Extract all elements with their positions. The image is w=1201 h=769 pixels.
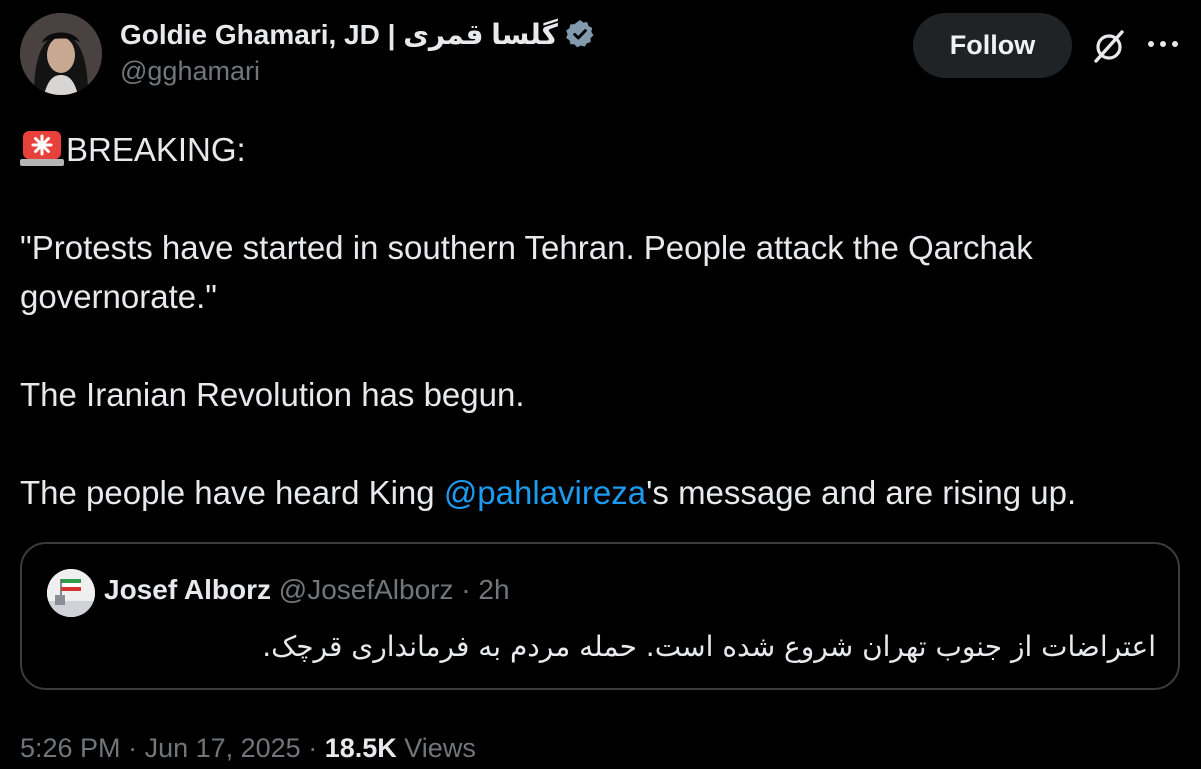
author-header: Goldie Ghamari, JD | گلسا قمری	[120, 14, 596, 54]
breaking-line: BREAKING:	[20, 125, 1180, 174]
tweet-king-line: The people have heard King @pahlavireza'…	[20, 468, 1180, 517]
king-line-suffix: 's message and are rising up.	[646, 474, 1077, 511]
footer-separator-1: ·	[120, 733, 145, 763]
footer-separator-2: ·	[300, 733, 325, 763]
grok-icon[interactable]	[1089, 26, 1129, 66]
king-line-prefix: The people have heard King	[20, 474, 444, 511]
author-avatar[interactable]	[20, 13, 102, 95]
more-icon[interactable]	[1143, 30, 1183, 60]
tweet-quote-line: "Protests have started in southern Tehra…	[20, 229, 1033, 315]
siren-emoji-icon	[20, 130, 64, 166]
quoted-author-avatar[interactable]	[47, 569, 95, 617]
tweet-time[interactable]: 5:26 PM	[20, 733, 121, 763]
verified-badge-icon[interactable]	[564, 18, 596, 50]
tweet-text: BREAKING: "Protests have started in sout…	[20, 125, 1180, 517]
views-count: 18.5K	[324, 733, 397, 763]
tweet-date[interactable]: Jun 17, 2025	[145, 733, 301, 763]
breaking-label: BREAKING:	[66, 131, 246, 168]
tweet-meta-footer: 5:26 PM · Jun 17, 2025 · 18.5K Views	[20, 733, 476, 764]
quoted-tweet-card[interactable]: Josef Alborz @JosefAlborz · 2h اعتراضات …	[20, 542, 1180, 690]
quoted-tweet-header: Josef Alborz @JosefAlborz · 2h	[104, 574, 510, 606]
author-handle[interactable]: @gghamari	[120, 56, 260, 87]
views-label: Views	[404, 733, 476, 763]
quoted-author-name[interactable]: Josef Alborz	[104, 574, 271, 605]
quoted-tweet-text: اعتراضات از جنوب تهران شروع شده است. حمل…	[262, 630, 1156, 663]
mention-link[interactable]: @pahlavireza	[444, 474, 646, 511]
quoted-author-handle[interactable]: @JosefAlborz	[279, 574, 454, 605]
quoted-tweet-time[interactable]: 2h	[478, 574, 509, 605]
author-display-name[interactable]: Goldie Ghamari, JD | گلسا قمری	[120, 18, 558, 51]
follow-button[interactable]: Follow	[913, 13, 1072, 78]
quoted-meta-separator: ·	[453, 574, 479, 605]
tweet-revolution-line: The Iranian Revolution has begun.	[20, 376, 525, 413]
avatar-image	[20, 13, 102, 95]
